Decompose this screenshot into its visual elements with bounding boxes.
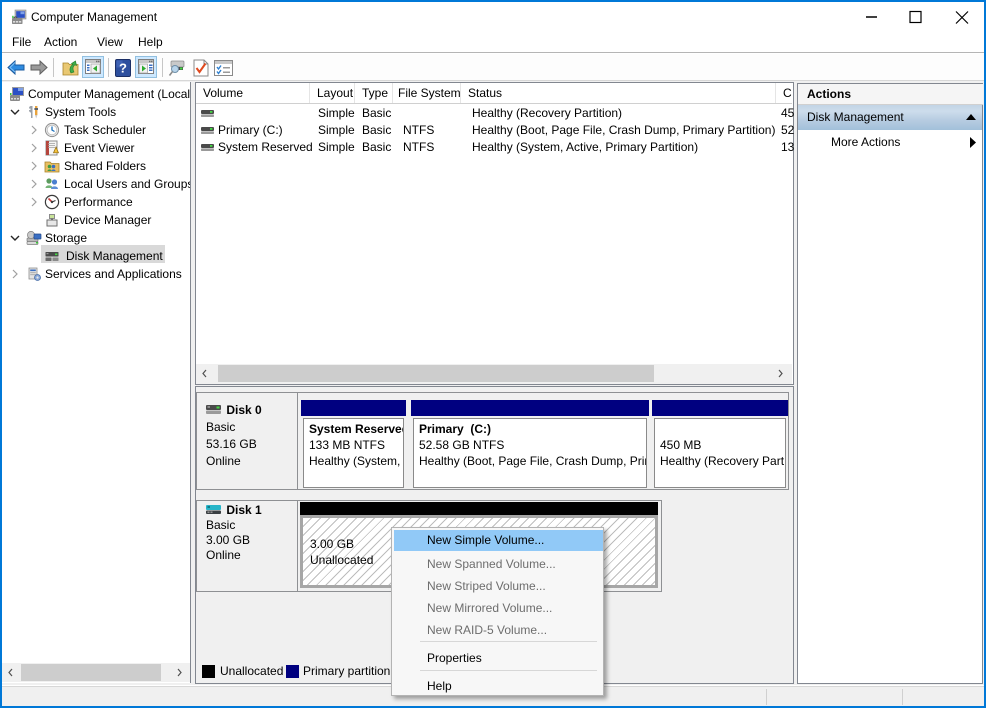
svg-text:?: ?	[119, 61, 127, 76]
